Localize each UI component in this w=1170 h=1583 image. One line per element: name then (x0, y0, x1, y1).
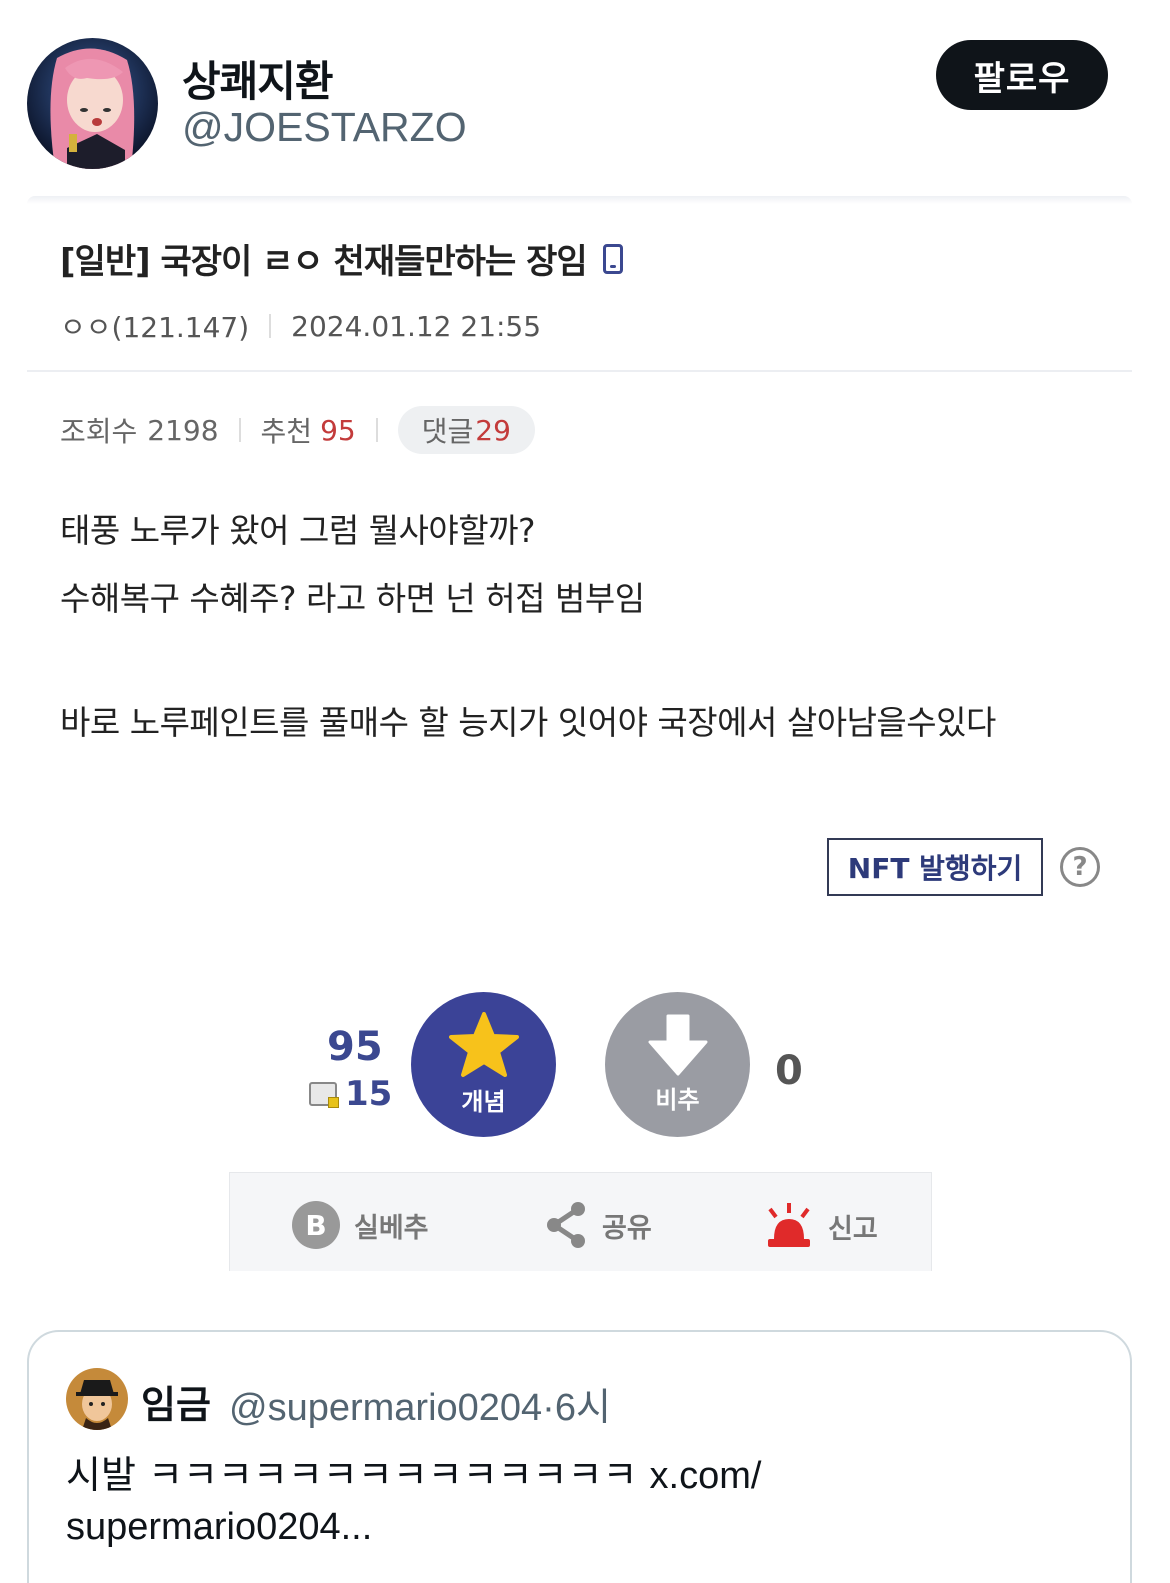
follow-button[interactable]: 팔로우 (936, 40, 1108, 110)
recommend-label: 추천 (260, 415, 313, 448)
divider (375, 418, 378, 442)
comments-badge: 댓글 29 (397, 406, 535, 454)
recommend-count: 95 (320, 413, 356, 447)
mobile-icon (602, 243, 623, 274)
author-display-name[interactable]: 상쾌지환 (182, 48, 334, 109)
fixed-upvote-value: 15 (345, 1074, 393, 1114)
upvote-label: 개념 (461, 1088, 506, 1116)
author-avatar[interactable] (27, 38, 158, 169)
divider (238, 418, 241, 442)
post-writer: ㅇㅇ(121.147) (60, 311, 250, 344)
fixed-user-icon (309, 1082, 339, 1108)
post-body-line-1: 태풍 노루가 왔어 그럼 뭘사야할까? (60, 511, 536, 550)
post-action-bar: B 실베추 공유 신고 (229, 1172, 932, 1271)
post-stats: 조회수 2198 추천 95 댓글 29 (60, 406, 535, 454)
quote-link-start[interactable]: x.com/ (650, 1455, 762, 1497)
upvote-button: 개념 (411, 992, 556, 1137)
fixed-upvote-count: 15 (309, 1074, 392, 1114)
comments-count: 29 (475, 413, 511, 447)
post-title-text: [일반] 국장이 ㄹㅇ 천재들만하는 장임 (60, 242, 588, 282)
silbe-recommend-action: B 실베추 (292, 1201, 429, 1249)
silbe-label: 실베추 (354, 1212, 429, 1244)
comments-label: 댓글 (421, 415, 474, 448)
post-meta: ㅇㅇ(121.147) 2024.01.12 21:55 (60, 306, 541, 346)
quote-handle-time[interactable]: @supermario0204·6시 (229, 1376, 611, 1431)
post-title: [일반] 국장이 ㄹㅇ 천재들만하는 장임 (60, 234, 623, 283)
image-top-shade (27, 196, 1132, 204)
quote-text-line-1: 시발 ㅋㅋㅋㅋㅋㅋㅋㅋㅋㅋㅋㅋㅋㅋ x.com/ (66, 1444, 761, 1499)
share-label: 공유 (602, 1212, 652, 1244)
nft-issue-button: NFT 발행하기 (827, 838, 1043, 896)
post-body-line-3: 바로 노루페인트를 풀매수 할 능지가 잇어야 국장에서 살아남을수있다 (60, 703, 996, 742)
quote-display-name[interactable]: 임금 (141, 1374, 211, 1429)
views-label: 조회수 (60, 415, 138, 448)
report-label: 신고 (828, 1213, 878, 1245)
post-datetime: 2024.01.12 21:55 (291, 309, 542, 343)
siren-icon (768, 1203, 810, 1247)
downvote-count: 0 (775, 1048, 803, 1094)
report-action: 신고 (764, 1201, 878, 1251)
views-count: 2198 (147, 413, 219, 447)
divider (269, 314, 272, 338)
upvote-count: 95 (327, 1024, 383, 1070)
post-body-line-2: 수해복구 수혜주? 라고 하면 넌 허접 범부임 (60, 579, 645, 618)
embedded-post-image[interactable]: [일반] 국장이 ㄹㅇ 천재들만하는 장임 ㅇㅇ(121.147) 2024.0… (27, 196, 1132, 1271)
downvote-button: 비추 (605, 992, 750, 1137)
best-icon: B (292, 1201, 340, 1249)
quote-link-end[interactable]: supermario0204... (66, 1506, 372, 1549)
author-handle[interactable]: @JOESTARZO (182, 104, 467, 151)
share-action: 공유 (544, 1201, 652, 1249)
share-icon (547, 1202, 585, 1248)
quoted-tweet[interactable]: 임금 @supermario0204·6시 시발 ㅋㅋㅋㅋㅋㅋㅋㅋㅋㅋㅋㅋㅋㅋ … (27, 1330, 1132, 1583)
star-icon (448, 1012, 519, 1077)
downvote-label: 비추 (655, 1086, 700, 1114)
help-icon: ? (1060, 847, 1100, 887)
header-divider (27, 370, 1132, 372)
quote-avatar[interactable] (66, 1368, 128, 1430)
arrow-down-icon (648, 1014, 707, 1076)
quote-text: 시발 ㅋㅋㅋㅋㅋㅋㅋㅋㅋㅋㅋㅋㅋㅋ (66, 1453, 650, 1497)
